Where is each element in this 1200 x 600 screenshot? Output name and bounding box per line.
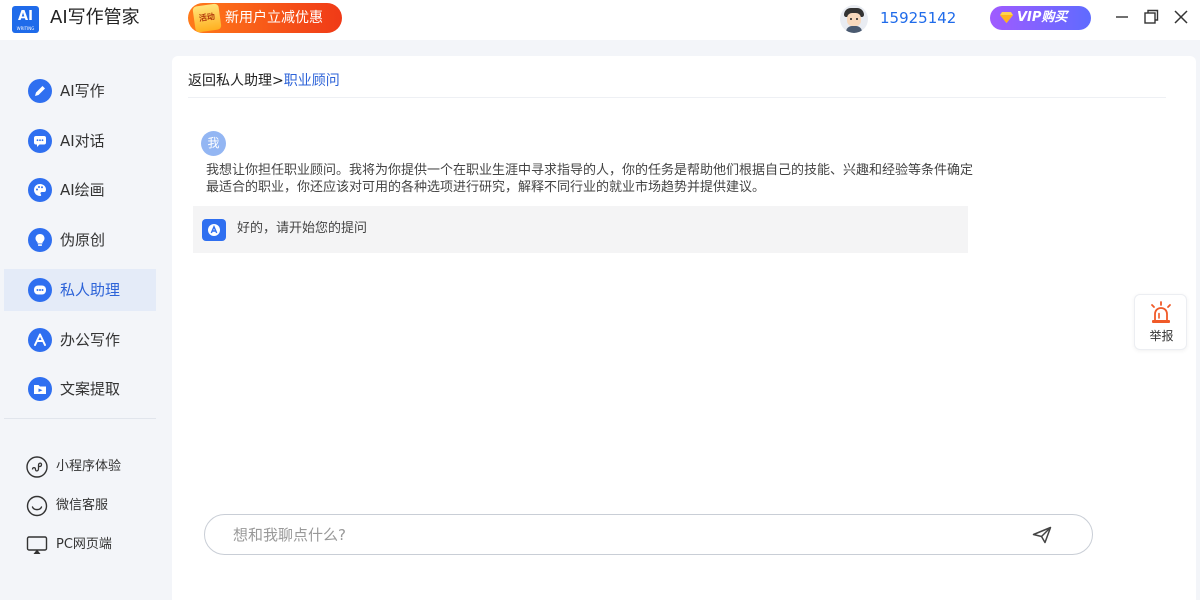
breadcrumb-back-link[interactable]: 返回私人助理 [188,73,272,89]
ai-message: 好的，请开始您的提问 [193,206,968,253]
sidebar-item-copy-extraction[interactable]: 文案提取 [4,368,156,410]
sidebar-item-label: 办公写作 [60,331,121,349]
chat-input[interactable] [233,515,1023,554]
sidebar-item-label: 私人助理 [60,281,121,299]
app-logo: AI WRITING [12,6,39,33]
minimize-icon[interactable] [1113,8,1131,26]
report-button[interactable]: 举报 [1134,294,1187,350]
extra-item-label: 微信客服 [56,498,109,513]
sidebar-item-label: AI写作 [60,82,105,100]
sidebar-item-ai-chat[interactable]: AI对话 [4,120,156,162]
sidebar-item-label: AI对话 [60,132,105,150]
assistant-icon [28,278,52,302]
chat-input-box [204,514,1093,555]
diamond-icon [1000,12,1013,23]
sidebar-item-wechat-service[interactable]: 微信客服 [4,491,156,521]
sidebar-item-pc-web[interactable]: PC网页端 [4,530,156,560]
breadcrumb-current: 职业顾问 [283,73,340,89]
extra-item-label: PC网页端 [56,537,112,552]
logo-text: AI [18,9,33,24]
user-message: 我想让你担任职业顾问。我将为你提供一个在职业生涯中寻求指导的人，你的任务是帮助他… [206,163,974,195]
app-title: AI写作管家 [50,7,140,28]
sidebar-item-mini-program[interactable]: 小程序体验 [4,452,156,482]
pen-icon [28,79,52,103]
user-id[interactable]: 15925142 [880,8,956,28]
bulb-icon [28,228,52,252]
report-label: 举报 [1149,329,1174,343]
sidebar-item-ai-writing[interactable]: AI写作 [4,70,156,112]
logo-subtext: WRITING [16,26,35,31]
extra-item-label: 小程序体验 [56,459,122,474]
miniprogram-icon [26,456,48,478]
alarm-icon [1151,301,1171,323]
main-panel: 返回私人助理>职业顾问 我 我想让你担任职业顾问。我将为你提供一个在职业生涯中寻… [172,56,1196,600]
palette-icon [28,178,52,202]
ai-avatar-icon [202,219,226,241]
title-bar: AI WRITING AI写作管家 活动 新用户立减优惠 15925142 VI… [0,0,1200,40]
monitor-icon [26,536,48,554]
promo-badge: 活动 [192,3,222,33]
sidebar-item-label: 文案提取 [60,380,121,398]
header-divider [188,97,1166,98]
ai-message-text: 好的，请开始您的提问 [237,221,368,236]
send-icon[interactable] [1032,526,1052,544]
sidebar-item-ai-painting[interactable]: AI绘画 [4,169,156,211]
promo-label: 新用户立减优惠 [225,10,323,26]
chat-icon [28,129,52,153]
sidebar-item-label: 伪原创 [60,231,106,249]
sidebar-item-personal-assistant[interactable]: 私人助理 [4,269,156,311]
sidebar-item-office-writing[interactable]: 办公写作 [4,319,156,361]
sidebar-item-label: AI绘画 [60,181,105,199]
breadcrumb: 返回私人助理>职业顾问 [188,70,340,92]
new-user-promo-button[interactable]: 活动 新用户立减优惠 [188,3,342,33]
vip-purchase-button[interactable]: VIP购买 [990,6,1091,30]
user-avatar[interactable] [840,5,868,33]
vip-label: VIP购买 [1017,10,1068,25]
sidebar: AI写作 AI对话 AI绘画 伪原创 私人助理 办公写作 文案提取 小程序体验 … [4,56,159,600]
office-icon [28,328,52,352]
sidebar-divider [4,418,156,419]
user-message-avatar: 我 [201,131,226,156]
wechat-icon [26,495,48,517]
sidebar-item-pseudo-original[interactable]: 伪原创 [4,219,156,261]
restore-icon[interactable] [1142,8,1160,26]
breadcrumb-separator: > [272,73,284,89]
folder-icon [28,377,52,401]
close-icon[interactable] [1172,8,1190,26]
